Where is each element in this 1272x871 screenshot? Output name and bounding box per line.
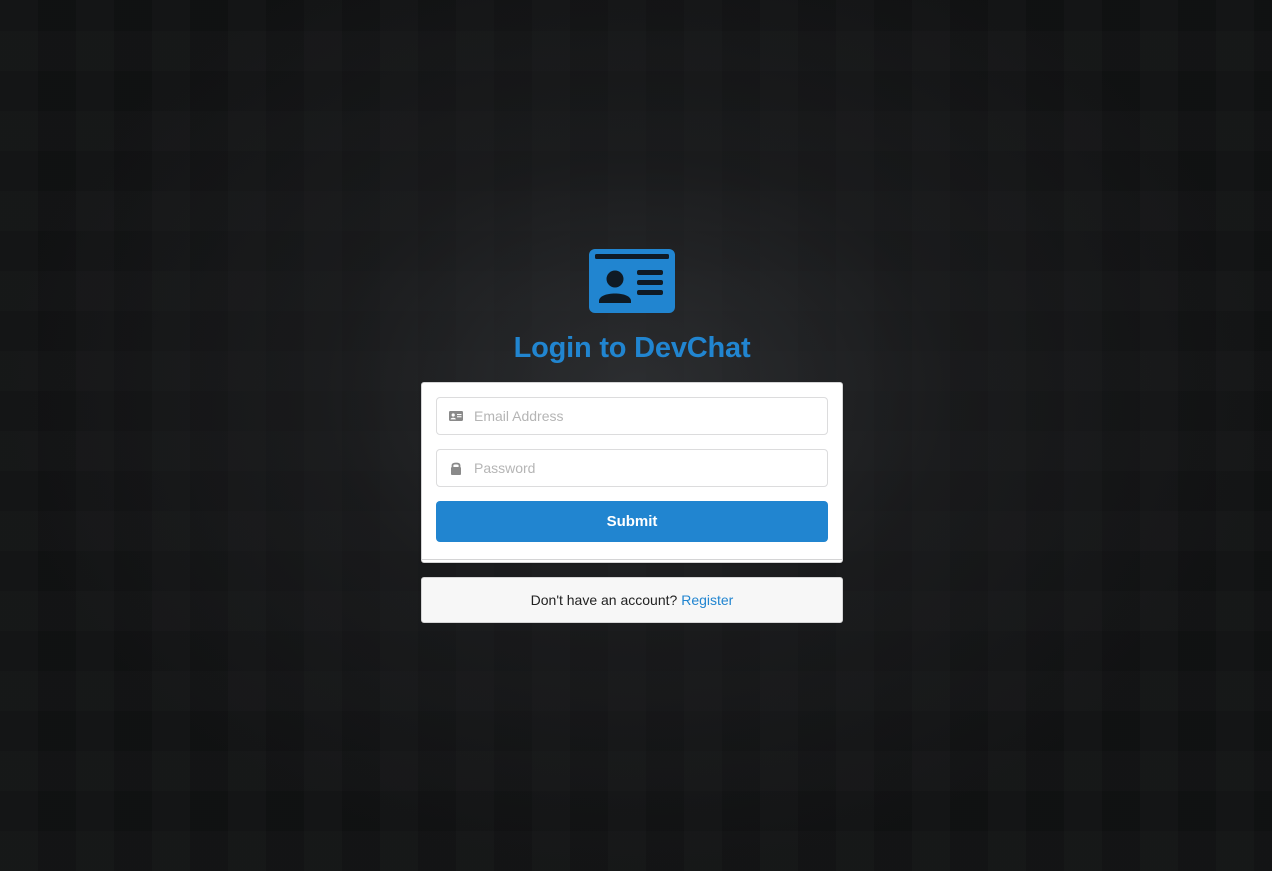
- email-field[interactable]: [436, 397, 828, 435]
- password-field[interactable]: [436, 449, 828, 487]
- page-title: Login to DevChat: [513, 332, 751, 364]
- submit-button[interactable]: Submit: [436, 501, 828, 542]
- login-form: Submit: [421, 382, 843, 563]
- lock-icon: [451, 462, 461, 475]
- password-input[interactable]: [474, 450, 814, 486]
- register-link[interactable]: Register: [681, 592, 733, 608]
- email-input[interactable]: [474, 398, 814, 434]
- id-card-icon: [449, 411, 463, 421]
- id-card-icon: [589, 249, 675, 313]
- login-container: Login to DevChat Submit Don't have an ac…: [421, 249, 843, 623]
- register-message: Don't have an account? Register: [421, 577, 843, 623]
- register-prompt: Don't have an account?: [530, 592, 682, 608]
